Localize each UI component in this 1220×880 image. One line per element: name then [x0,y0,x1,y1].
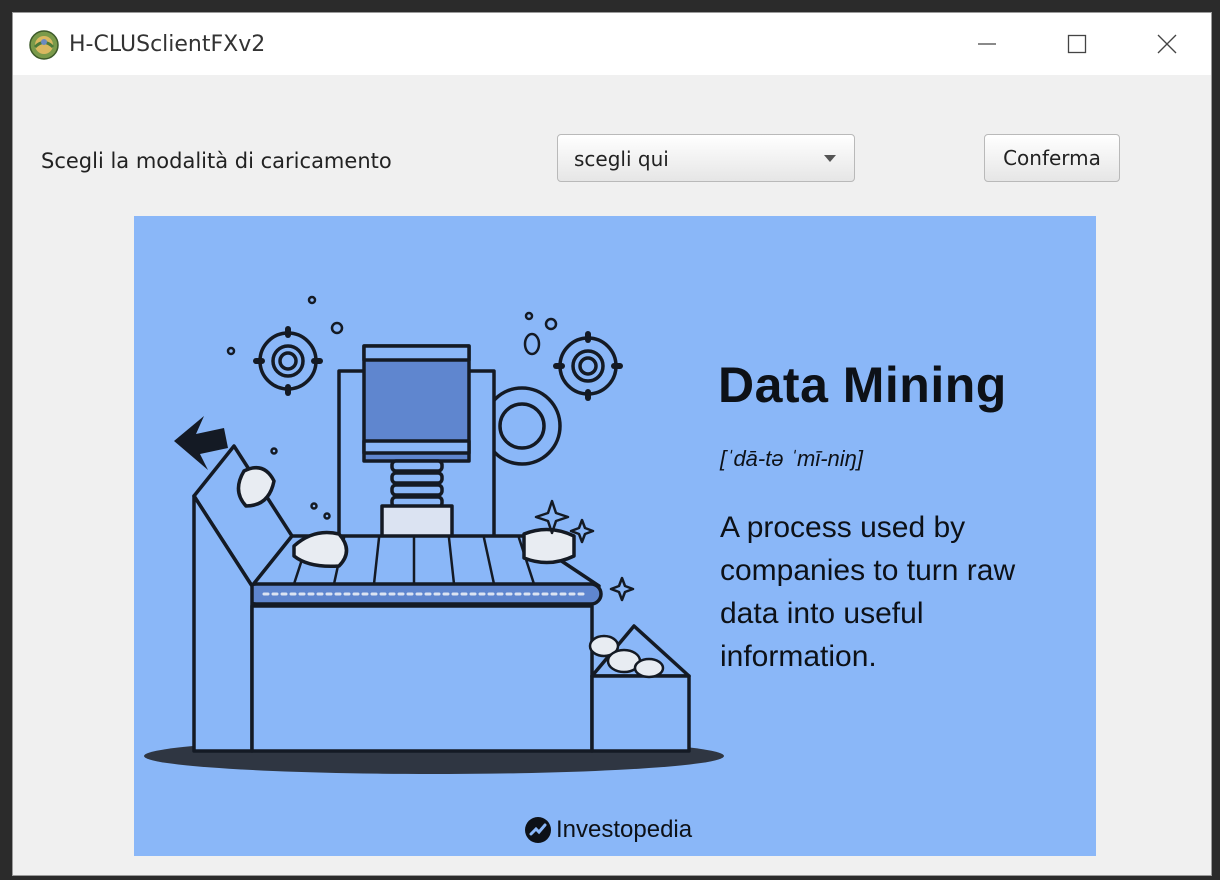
minimize-icon [978,43,996,45]
brand-name: Investopedia [556,816,693,843]
confirm-button[interactable]: Conferma [984,134,1120,182]
chevron-down-icon [824,155,836,162]
banner-title: Data Mining [718,357,1007,413]
mode-select-value: scegli qui [574,147,669,171]
banner-pronunciation: [ˈdā-tə ˈmī-niŋ] [720,446,864,471]
app-window: H-CLUSclientFXv2 Scegli la modalità di c… [12,12,1212,876]
investopedia-brand: Investopedia [524,816,692,844]
data-mining-banner: Data Mining [ˈdā-tə ˈmī-niŋ] A process u… [134,216,1096,856]
banner-description: A process used by companies to turn raw … [720,511,1016,673]
data-mining-machine-illustration [144,295,724,774]
maximize-icon [1067,34,1087,54]
mode-select[interactable]: scegli qui [557,134,855,182]
minimize-button[interactable] [959,23,1015,65]
window-title: H-CLUSclientFXv2 [69,32,266,57]
close-icon [1157,34,1177,54]
investopedia-logo-icon [525,817,551,843]
mode-label: Scegli la modalità di caricamento [41,149,392,173]
globe-app-icon [29,30,59,60]
close-button[interactable] [1139,23,1195,65]
maximize-button[interactable] [1049,23,1105,65]
title-bar[interactable]: H-CLUSclientFXv2 [13,13,1211,75]
